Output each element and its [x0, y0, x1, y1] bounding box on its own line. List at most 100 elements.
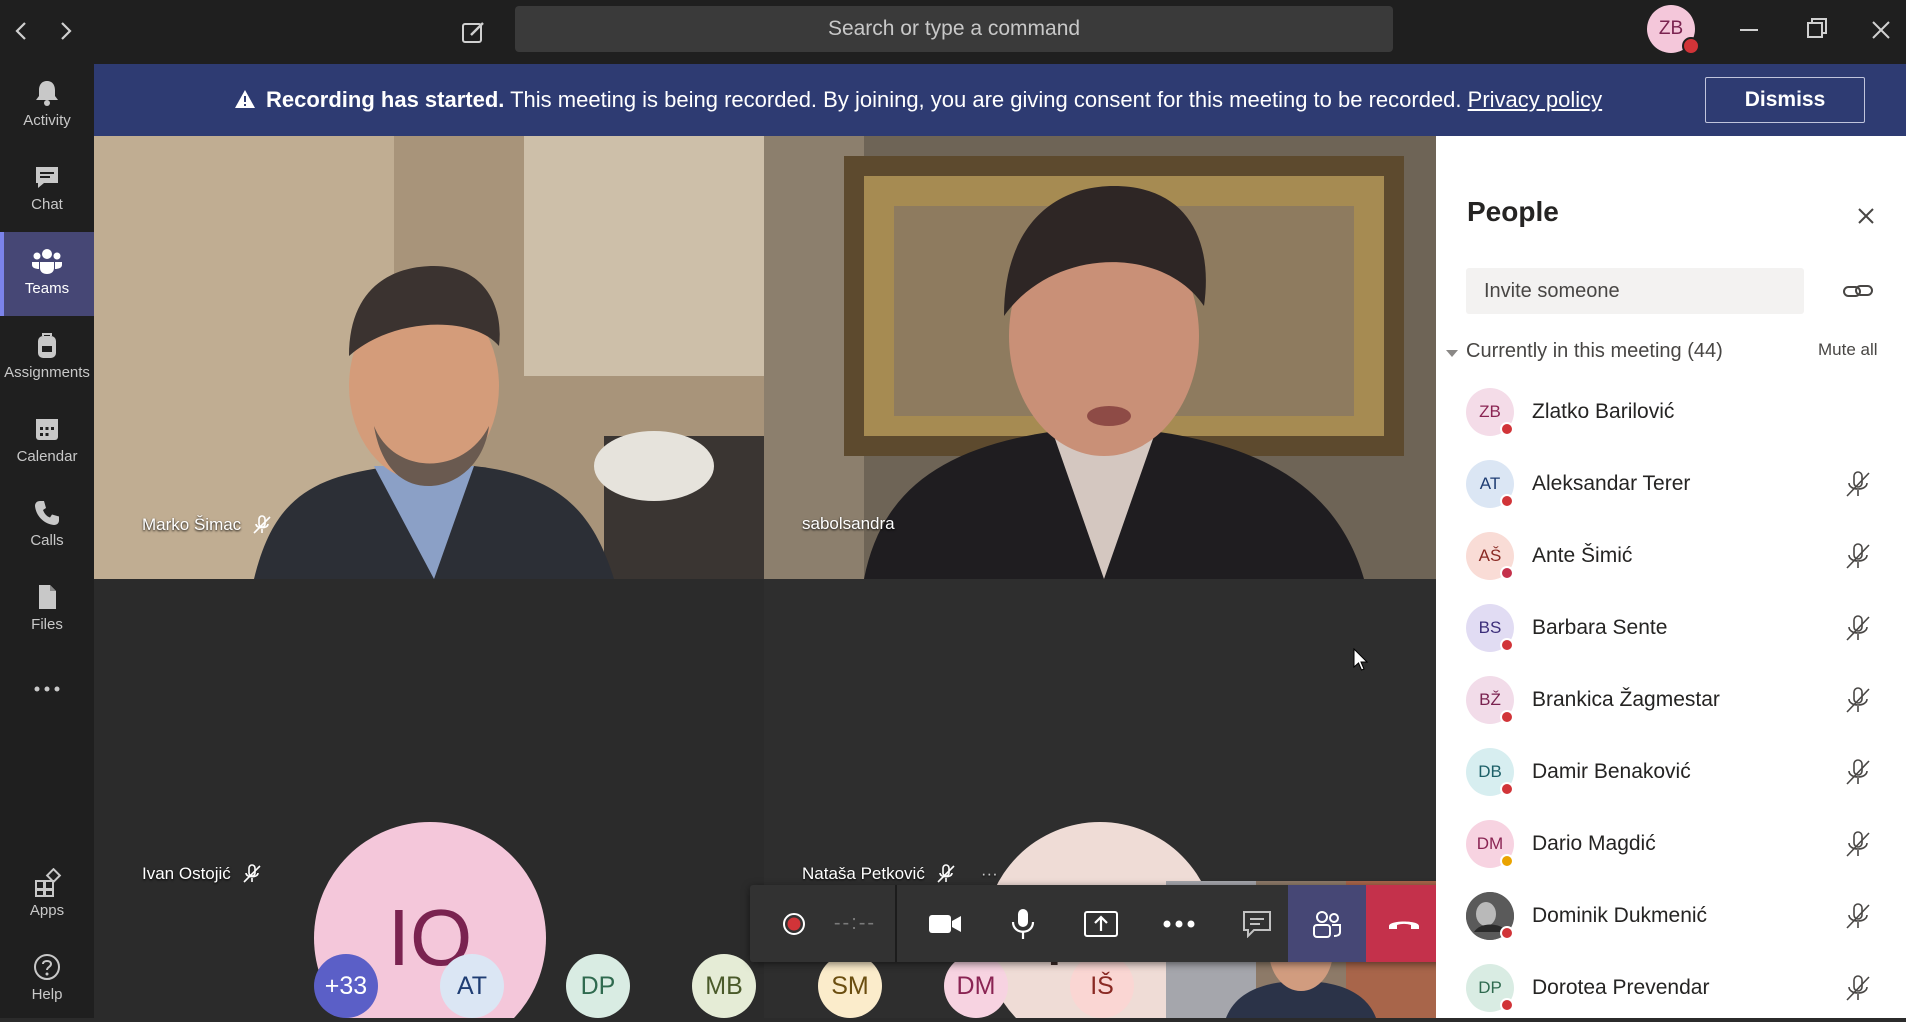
file-icon	[39, 585, 56, 609]
participant-row[interactable]: BŽ Brankica Žagmestar	[1466, 670, 1886, 730]
rail-label: Apps	[29, 902, 65, 919]
more-apps-button[interactable]	[0, 664, 94, 714]
overflow-avatar[interactable]: DM	[944, 954, 1008, 1018]
participant-row[interactable]: DP Dorotea Prevendar	[1466, 958, 1886, 1018]
people-panel: People Invite someone Currently in this …	[1436, 136, 1906, 1018]
rail-item-help[interactable]: Help	[0, 938, 94, 1022]
recording-banner: Recording has started. This meeting is b…	[94, 64, 1906, 136]
overflow-avatar[interactable]: MB	[692, 954, 756, 1018]
mic-off-icon[interactable]	[1842, 684, 1874, 716]
rail-item-assignments[interactable]: Assignments	[0, 316, 94, 400]
presence-status-badge	[1500, 998, 1514, 1012]
rail-label: Help	[31, 986, 63, 1003]
overflow-count[interactable]: +33	[314, 954, 378, 1018]
overflow-avatar[interactable]: SM	[818, 954, 882, 1018]
rail-item-calls[interactable]: Calls	[0, 484, 94, 568]
participant-name: Nataša Petković	[802, 864, 925, 883]
more-options-icon[interactable]: ···	[981, 864, 998, 884]
participant-video	[94, 136, 764, 579]
presence-status-badge	[1500, 422, 1514, 436]
meeting-stage: Marko Šimac sabolsandra IO Ivan Ostojić	[94, 136, 1442, 1018]
more-actions-button[interactable]	[1144, 885, 1214, 962]
participants-button[interactable]	[1288, 885, 1366, 962]
participant-name: Damir Benaković	[1532, 760, 1691, 783]
chevron-left-icon[interactable]	[5, 14, 39, 48]
call-controls: --:--	[750, 885, 1442, 962]
participant-row[interactable]: Dominik Dukmenić	[1466, 886, 1886, 946]
close-icon[interactable]	[1858, 10, 1904, 50]
rail-label: Teams	[24, 280, 70, 297]
copy-link-icon[interactable]	[1840, 276, 1876, 306]
mouse-cursor-icon	[1353, 648, 1369, 671]
rail-item-activity[interactable]: Activity	[0, 64, 94, 148]
hang-up-icon	[1389, 921, 1419, 929]
participant-name: Dario Magdić	[1532, 832, 1656, 855]
mic-off-icon[interactable]	[1842, 900, 1874, 932]
chevron-down-icon[interactable]	[1446, 350, 1458, 357]
presence-status-badge	[1500, 854, 1514, 868]
rail-label: Chat	[31, 196, 63, 213]
mic-off-icon[interactable]	[1842, 756, 1874, 788]
presence-status-badge	[1500, 494, 1514, 508]
mic-off-icon	[937, 864, 955, 883]
minimize-icon[interactable]	[1726, 10, 1772, 50]
active-indicator	[0, 232, 4, 316]
meeting-participants-section[interactable]: Currently in this meeting (44) Mute all	[1446, 332, 1896, 372]
video-tile[interactable]: sabolsandra	[764, 136, 1436, 579]
rail-label: Activity	[23, 112, 71, 129]
restore-icon[interactable]	[1793, 10, 1839, 50]
share-button[interactable]	[1066, 885, 1136, 962]
record-button[interactable]	[764, 885, 824, 962]
participant-name: Brankica Žagmestar	[1532, 688, 1720, 711]
compose-icon[interactable]	[455, 14, 491, 50]
search-input[interactable]: Search or type a command	[515, 6, 1393, 52]
presence-status-badge	[1500, 566, 1514, 580]
panel-title: People	[1467, 196, 1559, 227]
invite-input[interactable]: Invite someone	[1466, 268, 1804, 314]
microphone-button[interactable]	[988, 885, 1058, 962]
chat-button[interactable]	[1222, 885, 1292, 962]
mute-all-button[interactable]: Mute all	[1818, 340, 1878, 360]
participant-row[interactable]: AŠ Ante Šimić	[1466, 526, 1886, 586]
banner-body: This meeting is being recorded. By joini…	[510, 87, 1462, 112]
participant-name: Dorotea Prevendar	[1532, 976, 1710, 999]
rail-item-teams[interactable]: Teams	[0, 232, 94, 316]
chevron-right-icon[interactable]	[48, 14, 82, 48]
privacy-policy-link[interactable]: Privacy policy	[1468, 87, 1602, 112]
hang-up-button[interactable]	[1366, 885, 1442, 962]
overflow-avatar[interactable]: IŠ	[1070, 954, 1134, 1018]
mic-off-icon[interactable]	[1842, 612, 1874, 644]
avatar-tile[interactable]: IO Ivan Ostojić	[94, 579, 764, 1018]
participant-row[interactable]: DB Damir Benaković	[1466, 742, 1886, 802]
chat-icon	[36, 167, 58, 188]
rail-item-files[interactable]: Files	[0, 568, 94, 652]
microphone-icon	[1011, 908, 1035, 939]
participant-row[interactable]: BS Barbara Sente	[1466, 598, 1886, 658]
participant-row[interactable]: AT Aleksandar Terer	[1466, 454, 1886, 514]
dismiss-button[interactable]: Dismiss	[1705, 77, 1865, 123]
more-options-icon	[1163, 920, 1195, 927]
video-tile[interactable]: Marko Šimac	[94, 136, 764, 579]
rail-label: Calls	[30, 532, 64, 549]
mic-off-icon[interactable]	[1842, 468, 1874, 500]
rail-item-chat[interactable]: Chat	[0, 148, 94, 232]
app-rail: Activity Chat Teams Assignments Calendar…	[0, 64, 94, 1018]
participant-row[interactable]: DM Dario Magdić	[1466, 814, 1886, 874]
rail-item-calendar[interactable]: Calendar	[0, 400, 94, 484]
mic-off-icon[interactable]	[1842, 972, 1874, 1004]
mic-off-icon	[243, 864, 261, 883]
share-tray-icon	[1084, 910, 1118, 937]
participant-name: Barbara Sente	[1532, 616, 1668, 639]
mic-off-icon[interactable]	[1842, 828, 1874, 860]
participant-row[interactable]: ZB Zlatko Barilović	[1466, 382, 1886, 442]
overflow-avatar[interactable]: AT	[440, 954, 504, 1018]
help-icon	[34, 954, 60, 980]
participant-name: Aleksandar Terer	[1532, 472, 1691, 495]
rail-item-apps[interactable]: Apps	[0, 854, 94, 938]
mic-off-icon[interactable]	[1842, 540, 1874, 572]
more-icon	[34, 686, 60, 692]
calendar-icon	[36, 419, 58, 440]
close-icon[interactable]	[1846, 196, 1886, 236]
overflow-avatar[interactable]: DP	[566, 954, 630, 1018]
camera-button[interactable]	[910, 885, 980, 962]
